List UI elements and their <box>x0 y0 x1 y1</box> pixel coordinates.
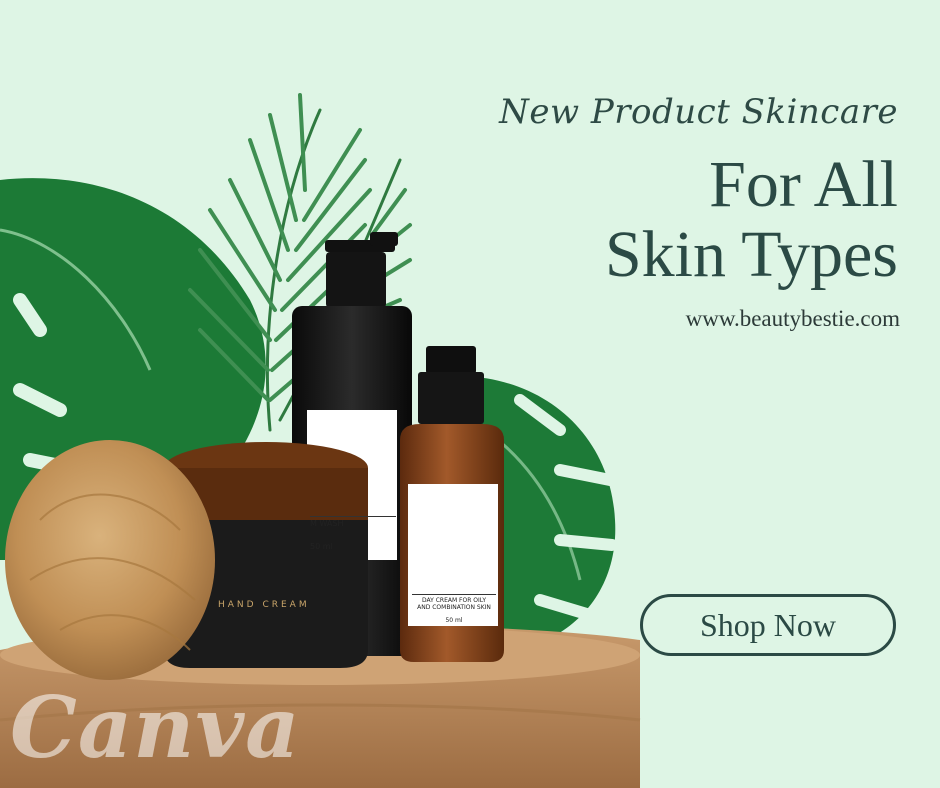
canva-watermark: Canva <box>10 678 301 777</box>
serum-label-line3: 50 ml <box>445 617 463 624</box>
foam-bottle-label-line2: 50 ml <box>310 542 333 551</box>
headline: For All Skin Types <box>605 150 898 290</box>
foam-bottle-label-line1: M WASH <box>310 516 396 528</box>
ad-canvas: M WASH 50 ml DAY CREAM FOR OILY AND COMB… <box>0 0 940 788</box>
website-link[interactable]: www.beautybestie.com <box>686 306 900 332</box>
serum-label: DAY CREAM FOR OILY AND COMBINATION SKIN … <box>412 594 496 624</box>
headline-line2: Skin Types <box>604 218 898 291</box>
headline-line1: For All <box>709 148 898 221</box>
foam-bottle-label: M WASH 50 ml <box>310 516 396 551</box>
kicker-text: New Product Skincare <box>499 92 898 132</box>
wooden-lid <box>5 440 215 680</box>
serum-label-line2: AND COMBINATION SKIN <box>417 604 491 611</box>
shop-now-button[interactable]: Shop Now <box>640 594 896 656</box>
serum-label-line1: DAY CREAM FOR OILY <box>412 594 496 604</box>
jar-label: HAND CREAM <box>218 600 310 610</box>
